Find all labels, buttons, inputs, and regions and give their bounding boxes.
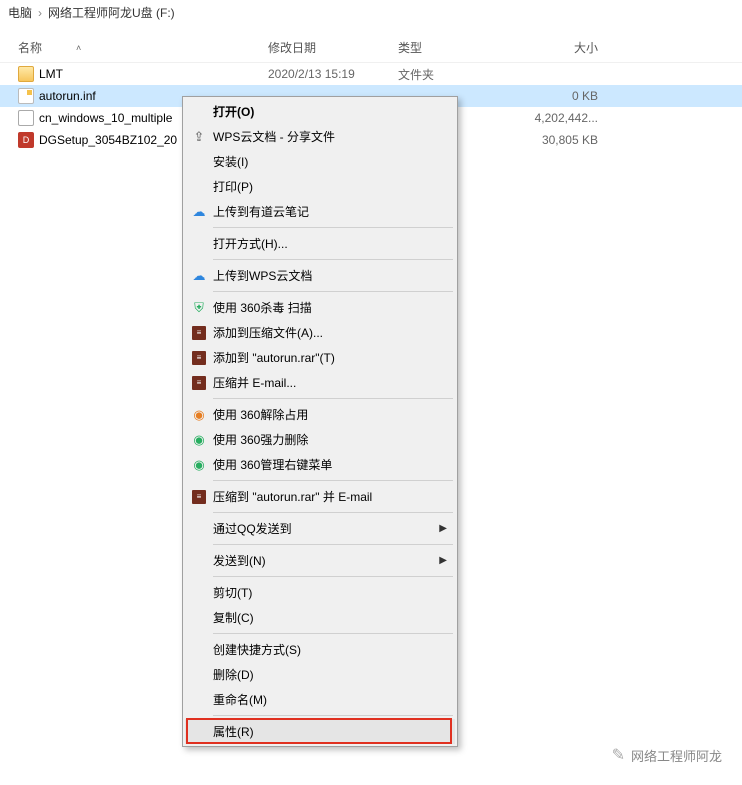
sort-asc-icon: ˄ — [76, 43, 81, 53]
menu-separator — [213, 398, 453, 399]
chevron-right-icon: ▶ — [439, 555, 447, 566]
menu-qq-send[interactable]: 通过QQ发送到▶ — [185, 516, 455, 541]
chevron-right-icon: › — [38, 6, 42, 20]
menu-create-shortcut[interactable]: 创建快捷方式(S) — [185, 637, 455, 662]
file-name: DGSetup_3054BZ102_20 — [39, 133, 177, 147]
menu-360-scan[interactable]: ⛨使用 360杀毒 扫描 — [185, 295, 455, 320]
menu-wps-share[interactable]: ⇪WPS云文档 - 分享文件 — [185, 124, 455, 149]
header-name-label: 名称 — [18, 39, 42, 56]
menu-cut[interactable]: 剪切(T) — [185, 580, 455, 605]
menu-360-force-delete[interactable]: ◉使用 360强力删除 — [185, 427, 455, 452]
rar-icon: ≡ — [189, 376, 209, 390]
menu-360-unlock[interactable]: ◉使用 360解除占用 — [185, 402, 455, 427]
file-date: 2020/2/13 15:19 — [268, 67, 398, 81]
menu-separator — [213, 227, 453, 228]
folder-icon — [18, 66, 34, 82]
header-name[interactable]: 名称 ˄ — [18, 39, 268, 56]
watermark-text: 网络工程师阿龙 — [631, 746, 722, 765]
rar-icon: ≡ — [189, 351, 209, 365]
menu-separator — [213, 544, 453, 545]
menu-add-autorun-rar[interactable]: ≡添加到 "autorun.rar"(T) — [185, 345, 455, 370]
header-size[interactable]: 大小 — [508, 39, 628, 56]
header-date[interactable]: 修改日期 — [268, 39, 398, 56]
menu-copy[interactable]: 复制(C) — [185, 605, 455, 630]
menu-open[interactable]: 打开(O) — [185, 99, 455, 124]
menu-compress-send-email[interactable]: ≡压缩到 "autorun.rar" 并 E-mail — [185, 484, 455, 509]
youdao-icon: ☁ — [189, 204, 209, 220]
rar-icon: ≡ — [189, 490, 209, 504]
iso-file-icon — [18, 110, 34, 126]
breadcrumb-part[interactable]: 网络工程师阿龙U盘 (F:) — [48, 4, 175, 21]
menu-youdao[interactable]: ☁上传到有道云笔记 — [185, 199, 455, 224]
menu-delete[interactable]: 删除(D) — [185, 662, 455, 687]
menu-separator — [213, 512, 453, 513]
menu-separator — [213, 480, 453, 481]
menu-send-to[interactable]: 发送到(N)▶ — [185, 548, 455, 573]
share-icon: ⇪ — [189, 129, 209, 145]
menu-install[interactable]: 安装(I) — [185, 149, 455, 174]
menu-separator — [213, 633, 453, 634]
breadcrumb[interactable]: 电脑 › 网络工程师阿龙U盘 (F:) — [0, 0, 742, 25]
file-name: cn_windows_10_multiple — [39, 111, 172, 125]
menu-wps-upload[interactable]: ☁上传到WPS云文档 — [185, 263, 455, 288]
wps-cloud-icon: ☁ — [189, 268, 209, 284]
watermark: ✎ 网络工程师阿龙 — [612, 745, 722, 765]
manage-icon: ◉ — [189, 457, 209, 473]
header-type[interactable]: 类型 — [398, 39, 508, 56]
rar-icon: ≡ — [189, 326, 209, 340]
menu-rename[interactable]: 重命名(M) — [185, 687, 455, 712]
file-name: autorun.inf — [39, 89, 96, 103]
menu-separator — [213, 576, 453, 577]
shield-icon: ⛨ — [189, 300, 209, 316]
menu-print[interactable]: 打印(P) — [185, 174, 455, 199]
menu-open-with[interactable]: 打开方式(H)... — [185, 231, 455, 256]
menu-compress-email[interactable]: ≡压缩并 E-mail... — [185, 370, 455, 395]
delete-icon: ◉ — [189, 432, 209, 448]
file-size: 0 KB — [508, 89, 628, 103]
column-headers[interactable]: 名称 ˄ 修改日期 类型 大小 — [0, 33, 742, 63]
chevron-right-icon: ▶ — [439, 523, 447, 534]
file-size: 4,202,442... — [508, 111, 628, 125]
exe-file-icon: D — [18, 132, 34, 148]
menu-separator — [213, 715, 453, 716]
menu-properties[interactable]: 属性(R) — [185, 719, 455, 744]
file-row[interactable]: LMT 2020/2/13 15:19 文件夹 — [0, 63, 742, 85]
menu-separator — [213, 259, 453, 260]
wechat-icon: ✎ — [612, 745, 625, 765]
menu-360-right-menu[interactable]: ◉使用 360管理右键菜单 — [185, 452, 455, 477]
context-menu: 打开(O) ⇪WPS云文档 - 分享文件 安装(I) 打印(P) ☁上传到有道云… — [182, 96, 458, 747]
file-name: LMT — [39, 67, 63, 81]
file-type: 文件夹 — [398, 66, 508, 83]
file-size: 30,805 KB — [508, 133, 628, 147]
unlock-icon: ◉ — [189, 407, 209, 423]
menu-add-archive[interactable]: ≡添加到压缩文件(A)... — [185, 320, 455, 345]
menu-separator — [213, 291, 453, 292]
inf-file-icon — [18, 88, 34, 104]
breadcrumb-part[interactable]: 电脑 — [8, 4, 32, 21]
